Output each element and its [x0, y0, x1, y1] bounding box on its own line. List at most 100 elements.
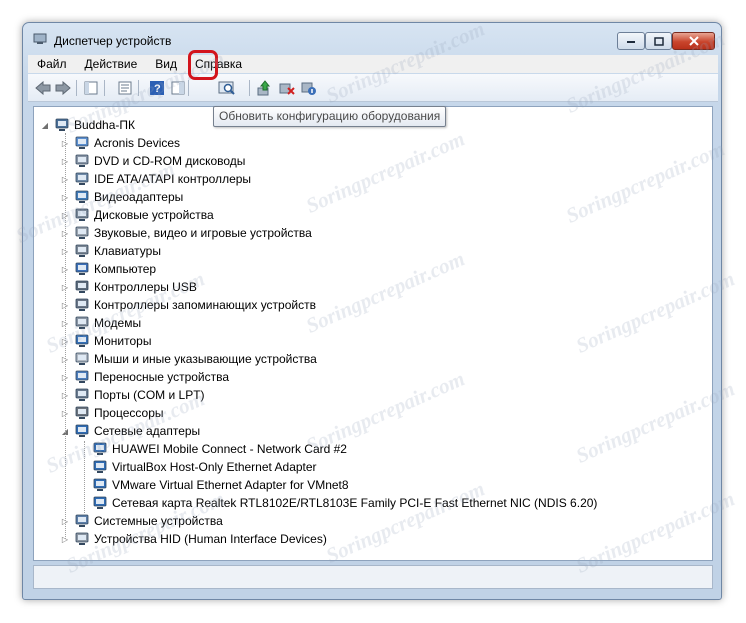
- network-adapter-icon: [92, 495, 108, 511]
- tree-category[interactable]: ▷ Мыши и иные указывающие устройства: [60, 350, 317, 368]
- tree-category[interactable]: ▷ Клавиатуры: [60, 242, 161, 260]
- help-icon: ?: [150, 81, 164, 95]
- tree-item-label: Устройства HID (Human Interface Devices): [94, 532, 327, 546]
- menu-bar: Файл Действие Вид Справка: [28, 55, 718, 73]
- uninstall-device-button[interactable]: [278, 79, 296, 97]
- toolbar-separator: [104, 80, 105, 96]
- minimize-icon: [627, 41, 635, 43]
- portable-device-icon: [74, 369, 90, 385]
- back-button[interactable]: [34, 79, 52, 97]
- tree-guide-line: [65, 133, 66, 539]
- tree-item-label: Модемы: [94, 316, 142, 330]
- maximize-icon: [653, 36, 664, 46]
- processor-icon: [74, 405, 90, 421]
- tree-item-label: Переносные устройства: [94, 370, 230, 384]
- update-driver-icon: [257, 80, 271, 96]
- close-button[interactable]: [672, 32, 715, 50]
- tree-item-label: Компьютер: [94, 262, 157, 276]
- network-adapter-icon: [92, 441, 108, 457]
- tree-category[interactable]: ▷ Компьютер: [60, 260, 156, 278]
- tree-item-label: IDE ATA/ATAPI контроллеры: [94, 172, 252, 186]
- dvd-drive-icon: [74, 153, 90, 169]
- back-arrow-icon: [35, 81, 51, 95]
- system-device-icon: [74, 513, 90, 529]
- properties-button[interactable]: [116, 79, 134, 97]
- monitor-icon: [74, 333, 90, 349]
- tree-item-label: Acronis Devices: [94, 136, 181, 150]
- tree-device[interactable]: Сетевая карта Realtek RTL8102E/RTL8103E …: [92, 494, 597, 512]
- menu-action[interactable]: Действие: [76, 57, 147, 71]
- tree-item-label: Видеоадаптеры: [94, 190, 184, 204]
- mouse-icon: [74, 351, 90, 367]
- tree-category[interactable]: ▷ Контроллеры запоминающих устройств: [60, 296, 316, 314]
- title-bar[interactable]: Диспетчер устройств: [23, 23, 721, 53]
- menu-view[interactable]: Вид: [146, 57, 186, 71]
- storage-controller-icon: [74, 297, 90, 313]
- sound-icon: [74, 225, 90, 241]
- tree-category[interactable]: ▷ Acronis Devices: [60, 134, 180, 152]
- update-driver-button[interactable]: [256, 79, 274, 97]
- tree-item-label: Сетевая карта Realtek RTL8102E/RTL8103E …: [112, 496, 598, 510]
- computer-root-icon: [54, 117, 70, 133]
- tree-device[interactable]: VMware Virtual Ethernet Adapter for VMne…: [92, 476, 349, 494]
- tree-item-label: Контроллеры USB: [94, 280, 197, 294]
- tree-category[interactable]: ▷ IDE ATA/ATAPI контроллеры: [60, 170, 251, 188]
- tree-category[interactable]: ▷ Дисковые устройства: [60, 206, 214, 224]
- menu-file[interactable]: Файл: [28, 57, 76, 71]
- tree-category[interactable]: ▷ Контроллеры USB: [60, 278, 197, 296]
- device-tree-panel[interactable]: ◢ Buddha-ПК ▷ Acronis Devices ▷ DVD и CD-ROM …: [33, 106, 713, 561]
- console-tree-icon: [84, 81, 98, 95]
- tree-item-label: HUAWEI Mobile Connect - Network Card #2: [112, 442, 347, 456]
- show-hide-console-tree-button[interactable]: [82, 79, 100, 97]
- tree-category[interactable]: ▷ Переносные устройства: [60, 368, 229, 386]
- tree-category[interactable]: ▷ Процессоры: [60, 404, 164, 422]
- tree-category[interactable]: ▷ Видеоадаптеры: [60, 188, 183, 206]
- modem-icon: [74, 315, 90, 331]
- tooltip: Обновить конфигурацию оборудования: [213, 106, 447, 127]
- keyboard-icon: [74, 243, 90, 259]
- usb-icon: [74, 279, 90, 295]
- toolbar-separator: [249, 80, 250, 96]
- scan-hardware-icon: [218, 81, 235, 95]
- toolbar-separator: [76, 80, 77, 96]
- tree-item-label: Системные устройства: [94, 514, 223, 528]
- forward-button[interactable]: [54, 79, 72, 97]
- scan-hardware-changes-button[interactable]: [218, 79, 236, 97]
- disable-device-button[interactable]: [300, 79, 318, 97]
- devices-icon: [74, 135, 90, 151]
- tree-category[interactable]: ▷ Устройства HID (Human Interface Devices…: [60, 530, 327, 548]
- toolbar-separator: [138, 80, 139, 96]
- tree-item-label: Сетевые адаптеры: [94, 424, 201, 438]
- tree-device[interactable]: VirtualBox Host-Only Ethernet Adapter: [92, 458, 317, 476]
- forward-arrow-icon: [55, 81, 71, 95]
- properties-icon: [118, 81, 132, 95]
- hid-icon: [74, 531, 90, 547]
- tree-category[interactable]: ▷ Модемы: [60, 314, 141, 332]
- tree-category[interactable]: ▷ Порты (COM и LPT): [60, 386, 205, 404]
- network-adapter-icon: [92, 459, 108, 475]
- network-adapter-icon: [74, 423, 90, 439]
- tree-item-label: Клавиатуры: [94, 244, 161, 258]
- tree-item-label: Контроллеры запоминающих устройств: [94, 298, 316, 312]
- tree-category[interactable]: ▷ Мониторы: [60, 332, 152, 350]
- tree-category[interactable]: ◢ Сетевые адаптеры: [60, 422, 200, 440]
- tree-root-computer[interactable]: ◢ Buddha-ПК: [40, 116, 135, 134]
- help-button[interactable]: ?: [148, 79, 166, 97]
- minimize-button[interactable]: [617, 32, 645, 50]
- tree-category[interactable]: ▷ Системные устройства: [60, 512, 223, 530]
- maximize-button[interactable]: [645, 32, 672, 50]
- tree-device[interactable]: HUAWEI Mobile Connect - Network Card #2: [92, 440, 347, 458]
- ide-controller-icon: [74, 171, 90, 187]
- svg-text:?: ?: [154, 83, 161, 95]
- tree-category[interactable]: ▷ DVD и CD-ROM дисководы: [60, 152, 245, 170]
- network-adapter-icon: [92, 477, 108, 493]
- port-icon: [74, 387, 90, 403]
- uninstall-icon: [279, 83, 295, 95]
- action-pane-button[interactable]: [169, 79, 187, 97]
- tree-item-label: Дисковые устройства: [94, 208, 214, 222]
- disable-device-icon: [301, 82, 316, 95]
- tree-category[interactable]: ▷ Звуковые, видео и игровые устройства: [60, 224, 312, 242]
- computer-icon: [74, 261, 90, 277]
- window-title: Диспетчер устройств: [54, 34, 172, 48]
- collapse-arrow-icon[interactable]: ◢: [40, 121, 50, 130]
